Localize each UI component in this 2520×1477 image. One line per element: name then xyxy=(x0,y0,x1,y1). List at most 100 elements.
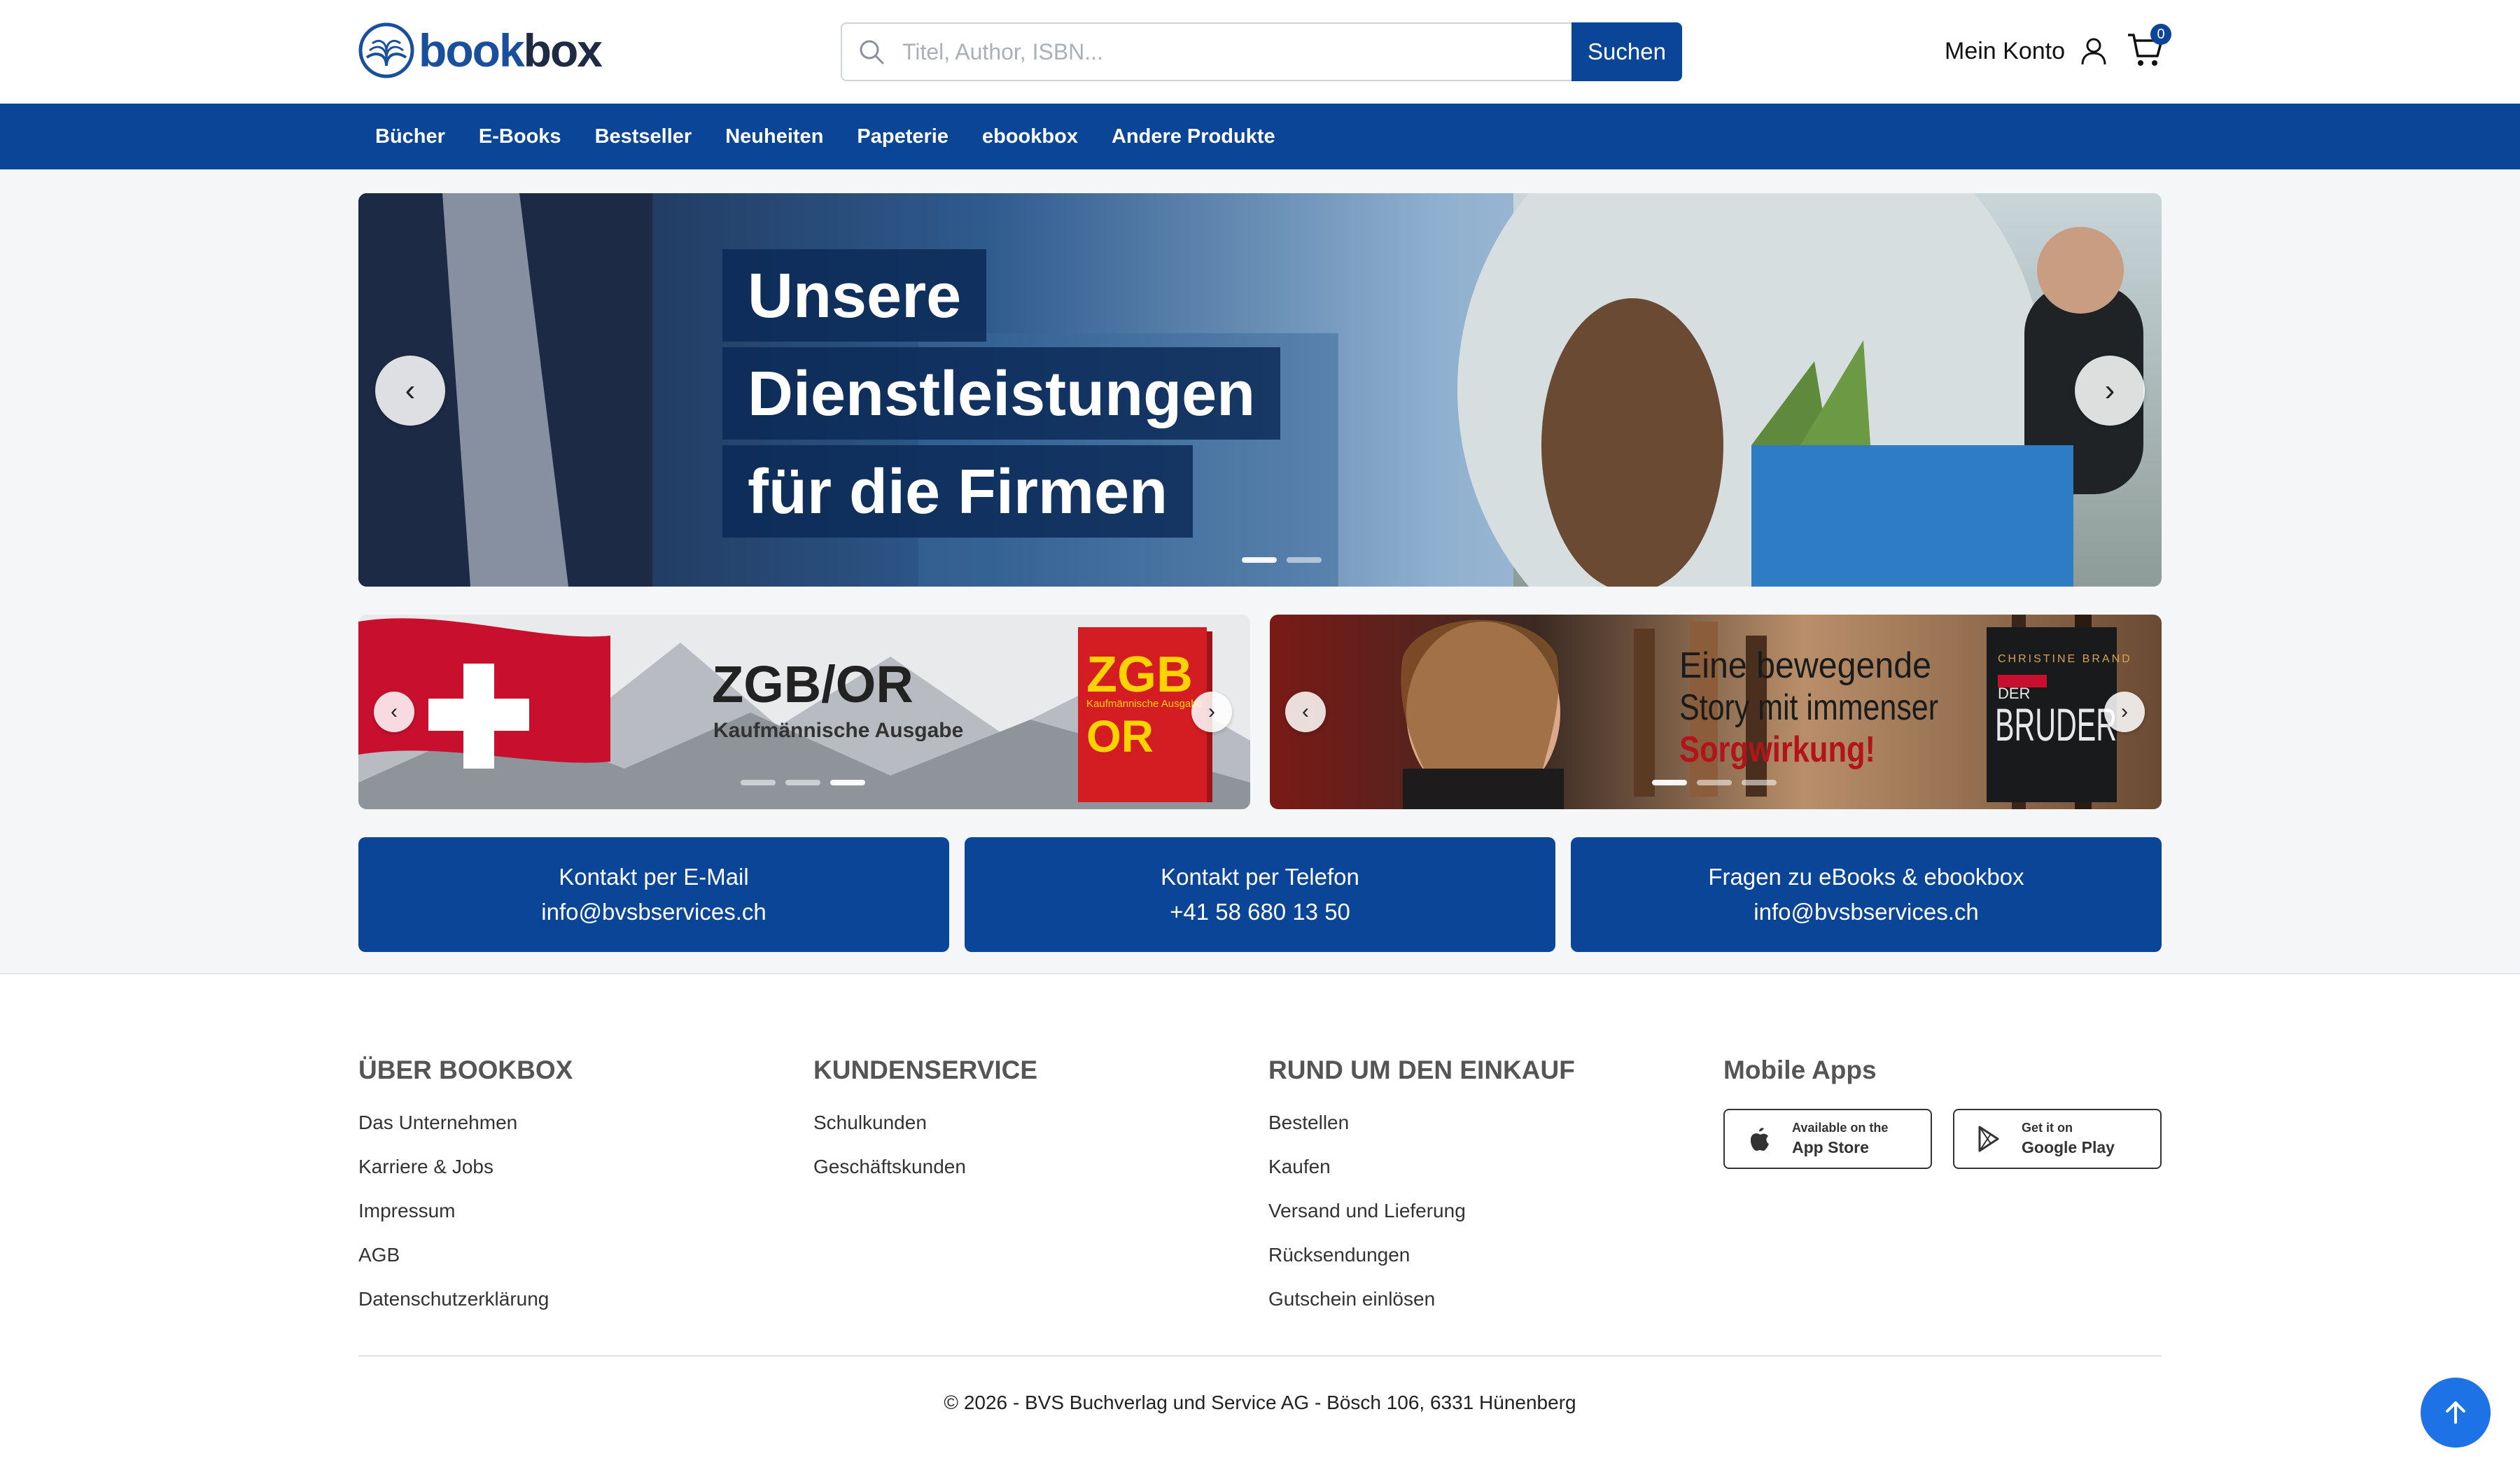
banner-zgb-dot-3[interactable] xyxy=(830,780,865,785)
footer-about: ÜBER BOOKBOX Das Unternehmen Karriere & … xyxy=(358,1056,573,1329)
hero-pagination xyxy=(1242,557,1331,563)
chevron-left-icon: ‹ xyxy=(391,700,398,723)
footer-apps-heading: Mobile Apps xyxy=(1723,1056,1877,1084)
nav-item-buecher[interactable]: Bücher xyxy=(358,125,462,148)
banner-zgb-dot-2[interactable] xyxy=(785,780,820,785)
footer-link-versand[interactable]: Versand und Lieferung xyxy=(1268,1197,1575,1241)
nav-item-andere-produkte[interactable]: Andere Produkte xyxy=(1095,125,1292,148)
app-store-button[interactable]: Available on the App Store xyxy=(1723,1109,1932,1169)
site-header: bookbox Suchen Mein Konto 0 xyxy=(0,0,2520,104)
contact-email-card[interactable]: Kontakt per E-Mail info@bvsbservices.ch xyxy=(358,837,949,952)
cart-count-badge: 0 xyxy=(2150,24,2171,45)
chevron-left-icon: ‹ xyxy=(405,373,416,407)
footer-link-geschaeftskunden[interactable]: Geschäftskunden xyxy=(813,1153,1037,1197)
footer-service-heading: KUNDENSERVICE xyxy=(813,1056,1038,1084)
search-icon xyxy=(860,40,884,64)
svg-text:Sorgwirkung!: Sorgwirkung! xyxy=(1679,729,1875,770)
svg-text:DER: DER xyxy=(1998,685,2030,702)
svg-text:CHRISTINE BRAND: CHRISTINE BRAND xyxy=(1998,653,2132,665)
hero-line-1: Unsere xyxy=(722,249,987,342)
banner-zgb-prev-button[interactable]: ‹ xyxy=(374,692,414,732)
footer-shopping-heading: RUND UM DEN EINKAUF xyxy=(1268,1056,1575,1084)
hero-prev-button[interactable]: ‹ xyxy=(375,356,445,426)
banner-bruder-next-button[interactable]: › xyxy=(2104,692,2145,732)
user-icon xyxy=(2081,38,2106,65)
contact-email-value[interactable]: info@bvsbservices.ch xyxy=(541,895,766,930)
contact-phone-value[interactable]: +41 58 680 13 50 xyxy=(1170,895,1350,930)
bookbox-logo[interactable]: bookbox xyxy=(358,21,603,80)
hero-dot-2[interactable] xyxy=(1287,557,1322,563)
search-bar: Suchen xyxy=(841,22,1682,81)
footer-link-datenschutz[interactable]: Datenschutzerklärung xyxy=(358,1285,573,1329)
contact-email-title: Kontakt per E-Mail xyxy=(559,864,749,890)
footer-link-kaufen[interactable]: Kaufen xyxy=(1268,1153,1575,1197)
hero-carousel[interactable]: Unsere Dienstleistungen für die Firmen ‹… xyxy=(358,193,2162,587)
apple-icon xyxy=(1751,1128,1769,1151)
hero-line-2: Dienstleistungen xyxy=(722,347,1281,440)
banner-carousel-bruder[interactable]: Eine bewegende Story mit immenser Sorgwi… xyxy=(1270,615,2162,809)
hero-headline: Unsere Dienstleistungen für die Firmen xyxy=(722,249,1281,543)
contact-ebooks-value[interactable]: info@bvsbservices.ch xyxy=(1754,895,1978,930)
svg-text:BRUDER: BRUDER xyxy=(1995,699,2117,750)
banner-zgb-pagination xyxy=(741,780,875,785)
contact-ebooks-title: Fragen zu eBooks & ebookbox xyxy=(1708,864,2024,890)
app-store-line2: App Store xyxy=(1792,1138,1869,1156)
hero-dot-1[interactable] xyxy=(1242,557,1277,563)
nav-item-ebookbox[interactable]: ebookbox xyxy=(965,125,1095,148)
footer-link-unternehmen[interactable]: Das Unternehmen xyxy=(358,1109,573,1153)
chevron-right-icon: › xyxy=(1208,700,1215,723)
banner-zgb-dot-1[interactable] xyxy=(741,780,776,785)
svg-text:Kaufmännische Ausgabe: Kaufmännische Ausgabe xyxy=(713,719,963,742)
footer-link-gutschein[interactable]: Gutschein einlösen xyxy=(1268,1285,1575,1329)
footer-link-impressum[interactable]: Impressum xyxy=(358,1197,573,1241)
nav-item-papeterie[interactable]: Papeterie xyxy=(840,125,965,148)
footer-shopping: RUND UM DEN EINKAUF Bestellen Kaufen Ver… xyxy=(1268,1056,1575,1329)
banner-carousel-zgb[interactable]: ZGB/OR Kaufmännische Ausgabe ZGB Kaufmän… xyxy=(358,615,1250,809)
cart-button[interactable]: 0 xyxy=(2125,24,2171,71)
search-input[interactable] xyxy=(902,38,1532,65)
svg-text:Eine bewegende: Eine bewegende xyxy=(1679,645,1931,686)
app-store-line1: Available on the xyxy=(1792,1121,1889,1135)
chevron-left-icon: ‹ xyxy=(1302,700,1309,723)
chevron-right-icon: › xyxy=(2121,700,2128,723)
hero-line-3: für die Firmen xyxy=(722,445,1194,538)
banner-bruder-dot-3[interactable] xyxy=(1742,780,1777,785)
svg-text:Kaufmännische Ausgabe: Kaufmännische Ausgabe xyxy=(1086,698,1203,710)
search-button[interactable]: Suchen xyxy=(1572,22,1682,81)
svg-text:OR: OR xyxy=(1086,711,1154,762)
nav-item-neuheiten[interactable]: Neuheiten xyxy=(708,125,840,148)
main-content: Unsere Dienstleistungen für die Firmen ‹… xyxy=(0,169,2520,974)
main-navigation: Bücher E-Books Bestseller Neuheiten Pape… xyxy=(0,104,2520,169)
footer-link-ruecksendungen[interactable]: Rücksendungen xyxy=(1268,1241,1575,1285)
nav-item-ebooks[interactable]: E-Books xyxy=(462,125,578,148)
copyright-text: © 2026 - BVS Buchverlag und Service AG -… xyxy=(944,1392,1576,1413)
contact-phone-card[interactable]: Kontakt per Telefon +41 58 680 13 50 xyxy=(965,837,1555,952)
footer-divider xyxy=(358,1355,2162,1357)
svg-text:ZGB/OR: ZGB/OR xyxy=(712,655,913,713)
banner-zgb-next-button[interactable]: › xyxy=(1191,692,1232,732)
arrow-up-icon xyxy=(2446,1401,2465,1424)
footer-service: KUNDENSERVICE Schulkunden Geschäftskunde… xyxy=(813,1056,1037,1197)
footer-link-schulkunden[interactable]: Schulkunden xyxy=(813,1109,1037,1153)
book-logo-icon xyxy=(358,22,414,78)
banner-bruder-pagination xyxy=(1652,780,1786,785)
banner-bruder-dot-2[interactable] xyxy=(1697,780,1732,785)
google-play-line2: Google Play xyxy=(2022,1138,2115,1156)
scroll-to-top-button[interactable] xyxy=(2421,1378,2491,1448)
footer-link-karriere[interactable]: Karriere & Jobs xyxy=(358,1153,573,1197)
contact-ebooks-card[interactable]: Fragen zu eBooks & ebookbox info@bvsbser… xyxy=(1571,837,2162,952)
nav-item-bestseller[interactable]: Bestseller xyxy=(578,125,709,148)
account-label: Mein Konto xyxy=(1945,37,2065,64)
footer-apps: Mobile Apps xyxy=(1723,1056,1877,1109)
footer-link-agb[interactable]: AGB xyxy=(358,1241,573,1285)
my-account-link[interactable]: Mein Konto xyxy=(1945,31,2110,71)
banner-bruder-dot-1[interactable] xyxy=(1652,780,1687,785)
footer-link-bestellen[interactable]: Bestellen xyxy=(1268,1109,1575,1153)
banner-bruder-prev-button[interactable]: ‹ xyxy=(1285,692,1326,732)
svg-text:Story mit immenser: Story mit immenser xyxy=(1679,687,1938,728)
google-play-icon xyxy=(1978,1126,1999,1152)
logo-text: bookbox xyxy=(419,24,603,76)
google-play-button[interactable]: Get it on Google Play xyxy=(1953,1109,2162,1169)
hero-next-button[interactable]: › xyxy=(2075,356,2145,426)
footer-about-heading: ÜBER BOOKBOX xyxy=(358,1056,573,1084)
